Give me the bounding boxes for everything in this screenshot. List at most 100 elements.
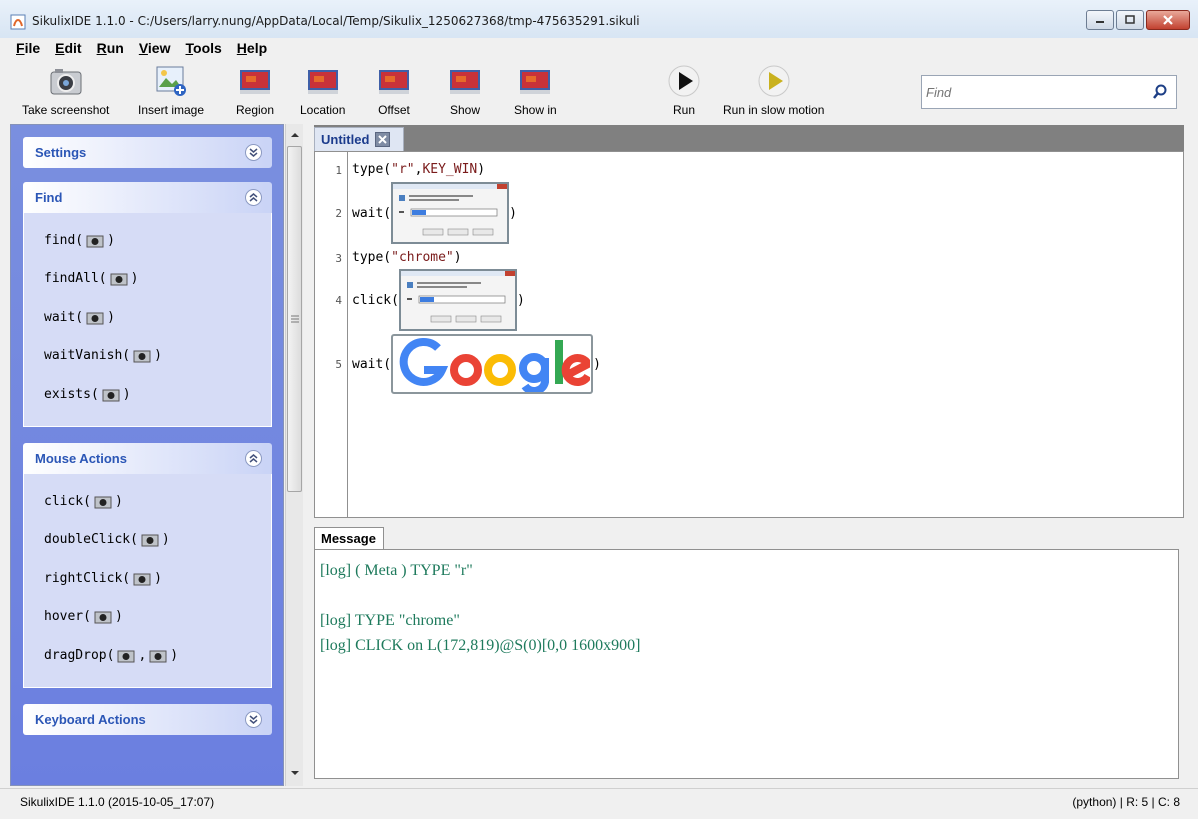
location-icon	[307, 70, 338, 94]
screenshot-pattern-image[interactable]	[391, 182, 510, 244]
region-button[interactable]: Region	[236, 64, 274, 117]
app-icon	[10, 14, 26, 30]
close-tab-icon[interactable]	[375, 132, 391, 147]
tab-message[interactable]: Message	[314, 527, 384, 549]
mouse-actions-panel-header[interactable]: Mouse Actions	[23, 443, 272, 474]
cmd-findall[interactable]: findAll( )	[44, 271, 138, 286]
log-line: [log] ( Meta ) TYPE "r"	[320, 562, 473, 579]
screenshot-pattern-image[interactable]	[398, 269, 517, 331]
message-log: [log] ( Meta ) TYPE "r" [log] TYPE "chro…	[314, 549, 1179, 779]
camera-icon	[86, 312, 104, 324]
find-input[interactable]	[922, 76, 1142, 108]
insert-image-button[interactable]: Insert image	[138, 64, 204, 117]
close-button[interactable]	[1146, 10, 1190, 30]
line-number: 3	[335, 252, 342, 265]
play-icon	[668, 65, 700, 97]
line-number: 4	[335, 294, 342, 307]
maximize-button[interactable]	[1116, 10, 1144, 30]
camera-icon	[50, 69, 82, 95]
camera-icon	[133, 573, 151, 585]
cmd-wait[interactable]: wait( )	[44, 310, 115, 325]
camera-icon	[141, 534, 159, 546]
cmd-doubleclick[interactable]: doubleClick( )	[44, 532, 170, 547]
expand-chevron-icon[interactable]	[245, 144, 262, 161]
menu-edit[interactable]: Edit	[55, 38, 81, 58]
find-box	[921, 75, 1177, 109]
search-icon[interactable]	[1152, 84, 1168, 100]
cmd-hover[interactable]: hover( )	[44, 609, 123, 624]
code-editor[interactable]: 1 2 3 4 5 type("r", KEY_WIN) wait() ty…	[314, 151, 1184, 518]
code-line[interactable]: click( )	[352, 269, 525, 331]
menu-run[interactable]: Run	[97, 38, 124, 58]
location-button[interactable]: Location	[300, 64, 345, 117]
code-line[interactable]: wait( )	[352, 182, 517, 244]
take-screenshot-button[interactable]: Take screenshot	[22, 64, 109, 117]
sidebar-scrollbar[interactable]	[285, 124, 303, 786]
line-number: 5	[335, 358, 342, 371]
offset-button[interactable]: Offset	[377, 64, 411, 117]
camera-icon	[94, 611, 112, 623]
menu-view[interactable]: View	[139, 38, 171, 58]
cmd-click[interactable]: click( )	[44, 494, 123, 509]
grip-icon	[291, 315, 299, 323]
log-line: [log] CLICK on L(172,819)@S(0)[0,0 1600x…	[320, 637, 641, 654]
show-button[interactable]: Show	[448, 64, 482, 117]
minimize-icon	[1096, 21, 1104, 23]
scroll-up-icon[interactable]	[290, 130, 300, 140]
status-cursor-position: (python) | R: 5 | C: 8	[1072, 795, 1180, 809]
mouse-actions-panel-body: click( ) doubleClick( ) rightClick( ) ho…	[23, 474, 272, 688]
status-version: SikulixIDE 1.1.0 (2015-10-05_17:07)	[20, 795, 215, 809]
cmd-find[interactable]: find( )	[44, 233, 115, 248]
line-number: 2	[335, 207, 342, 220]
google-logo	[399, 338, 591, 392]
status-bar: SikulixIDE 1.1.0 (2015-10-05_17:07) (pyt…	[0, 788, 1198, 819]
code-line[interactable]: wait( )	[352, 334, 601, 394]
window-title: SikulixIDE 1.1.0 - C:/Users/larry.nung/A…	[32, 14, 640, 28]
tab-untitled[interactable]: Untitled	[314, 127, 404, 151]
expand-chevron-icon[interactable]	[245, 711, 262, 728]
toolbar: Take screenshot Insert image Region Loca…	[0, 60, 1198, 122]
camera-icon	[149, 650, 167, 662]
title-bar: SikulixIDE 1.1.0 - C:/Users/larry.nung/A…	[0, 0, 1198, 42]
code-line[interactable]: type("r", KEY_WIN)	[352, 162, 485, 177]
settings-panel-header[interactable]: Settings	[23, 137, 272, 168]
log-line: [log] TYPE "chrome"	[320, 612, 460, 629]
google-logo-pattern-image[interactable]	[391, 334, 594, 394]
editor-tab-strip: Untitled	[314, 125, 1184, 151]
keyboard-actions-panel-header[interactable]: Keyboard Actions	[23, 704, 272, 735]
line-gutter: 1 2 3 4 5	[315, 152, 348, 517]
minimize-button[interactable]	[1086, 10, 1114, 30]
menu-file[interactable]: File	[16, 38, 40, 58]
command-sidebar: Settings Find find( ) findAll( ) wait( )…	[10, 124, 284, 786]
find-panel-body: find( ) findAll( ) wait( ) waitVanish( )…	[23, 213, 272, 427]
scroll-down-icon[interactable]	[290, 768, 300, 778]
cmd-exists[interactable]: exists( )	[44, 387, 131, 402]
camera-icon	[94, 496, 112, 508]
show-in-button[interactable]: Show in	[514, 64, 557, 117]
camera-icon	[102, 389, 120, 401]
camera-icon	[86, 235, 104, 247]
line-number: 1	[335, 164, 342, 177]
cmd-waitvanish[interactable]: waitVanish( )	[44, 348, 162, 363]
menu-bar: File Edit Run View Tools Help	[0, 38, 1198, 58]
camera-icon	[133, 350, 151, 362]
maximize-icon	[1125, 15, 1135, 24]
find-panel-header[interactable]: Find	[23, 182, 272, 213]
slow-play-icon	[758, 65, 790, 97]
collapse-chevron-icon[interactable]	[245, 450, 262, 467]
code-line[interactable]: type("chrome")	[352, 250, 462, 265]
run-slow-motion-button[interactable]: Run in slow motion	[723, 64, 824, 117]
show-in-icon	[520, 70, 551, 94]
insert-image-icon	[156, 66, 187, 96]
offset-icon	[379, 70, 409, 94]
close-icon	[1163, 15, 1173, 25]
menu-tools[interactable]: Tools	[186, 38, 222, 58]
camera-icon	[117, 650, 135, 662]
run-button[interactable]: Run	[667, 64, 701, 117]
show-icon	[450, 70, 480, 94]
cmd-dragdrop[interactable]: dragDrop( , )	[44, 648, 178, 663]
menu-help[interactable]: Help	[237, 38, 267, 58]
region-icon	[240, 70, 271, 94]
cmd-rightclick[interactable]: rightClick( )	[44, 571, 162, 586]
collapse-chevron-icon[interactable]	[245, 189, 262, 206]
